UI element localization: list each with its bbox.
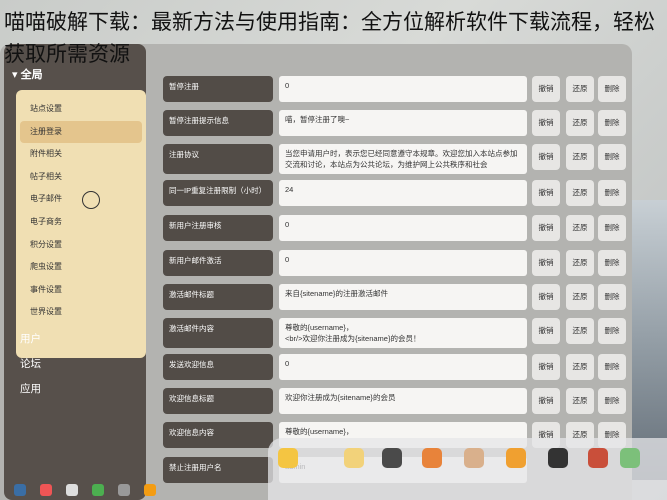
mouse-cursor-icon: [82, 191, 100, 209]
app-icon[interactable]: [464, 448, 484, 468]
app-icon[interactable]: [620, 448, 640, 468]
app-icon[interactable]: [506, 448, 526, 468]
setting-label: 激活邮件内容: [163, 318, 273, 348]
restore-button[interactable]: 还原: [566, 76, 594, 102]
app-icon[interactable]: [548, 448, 568, 468]
revoke-button[interactable]: 撤销: [532, 354, 560, 380]
delete-button[interactable]: 删除: [598, 250, 626, 276]
setting-label: 禁止注册用户名: [163, 457, 273, 483]
setting-value[interactable]: 24: [279, 180, 527, 206]
chevron-down-icon: ▾: [12, 69, 21, 81]
revoke-button[interactable]: 撤销: [532, 388, 560, 414]
delete-button[interactable]: 删除: [598, 354, 626, 380]
sidebar-submenu: 站点设置 注册登录 附件相关 帖子相关 电子邮件 电子商务 积分设置 爬虫设置 …: [16, 90, 146, 358]
setting-label: 欢迎信息标题: [163, 388, 273, 414]
dock: [268, 438, 667, 500]
app-icon[interactable]: [382, 448, 402, 468]
setting-value[interactable]: 尊敬的{username}， <br/>欢迎你注册成为{sitename}的会员…: [279, 318, 527, 348]
setting-label: 新用户注册审核: [163, 215, 273, 241]
delete-button[interactable]: 删除: [598, 215, 626, 241]
sidebar-item-site-settings[interactable]: 站点设置: [20, 98, 142, 121]
delete-button[interactable]: 删除: [598, 318, 626, 344]
taskbar-icon[interactable]: [66, 484, 78, 496]
app-icon[interactable]: [588, 448, 608, 468]
delete-button[interactable]: 删除: [598, 144, 626, 170]
sidebar-main-forum[interactable]: 论坛: [20, 353, 41, 375]
taskbar-icon[interactable]: [118, 484, 130, 496]
delete-button[interactable]: 删除: [598, 76, 626, 102]
restore-button[interactable]: 还原: [566, 144, 594, 170]
setting-label: 激活邮件标题: [163, 284, 273, 310]
taskbar-icon[interactable]: [92, 484, 104, 496]
admin-window: ▾ 全局 站点设置 注册登录 附件相关 帖子相关 电子邮件 电子商务 积分设置 …: [0, 44, 632, 500]
setting-label: 注册协议: [163, 144, 273, 174]
sidebar-main-users[interactable]: 用户: [20, 328, 41, 350]
restore-button[interactable]: 还原: [566, 354, 594, 380]
sidebar-item-posts[interactable]: 帖子相关: [20, 166, 142, 189]
article-title-overlay: 喵喵破解下载：最新方法与使用指南：全方位解析软件下载流程，轻松获取所需资源: [4, 10, 655, 66]
restore-button[interactable]: 还原: [566, 180, 594, 206]
sidebar-item-events[interactable]: 事件设置: [20, 279, 142, 302]
revoke-button[interactable]: 撤销: [532, 76, 560, 102]
setting-label: 同一IP重复注册限制（小时）: [163, 180, 273, 206]
sidebar-main-apps[interactable]: 应用: [20, 378, 41, 400]
revoke-button[interactable]: 撤销: [532, 284, 560, 310]
notes-app-icon[interactable]: [344, 448, 364, 468]
setting-value[interactable]: 0: [279, 354, 527, 380]
revoke-button[interactable]: 撤销: [532, 318, 560, 344]
sidebar-item-world[interactable]: 世界设置: [20, 301, 142, 324]
revoke-button[interactable]: 撤销: [532, 250, 560, 276]
setting-label: 欢迎信息内容: [163, 422, 273, 448]
sidebar-item-attachments[interactable]: 附件相关: [20, 143, 142, 166]
revoke-button[interactable]: 撤销: [532, 144, 560, 170]
restore-button[interactable]: 还原: [566, 318, 594, 344]
delete-button[interactable]: 删除: [598, 110, 626, 136]
delete-button[interactable]: 删除: [598, 180, 626, 206]
setting-value[interactable]: 欢迎你注册成为{sitename}的会员: [279, 388, 527, 414]
setting-value[interactable]: 喵，暂停注册了噢~: [279, 110, 527, 136]
setting-value[interactable]: 0: [279, 250, 527, 276]
sidebar-item-register-login[interactable]: 注册登录: [20, 120, 142, 144]
home-app-icon[interactable]: [422, 448, 442, 468]
taskbar-icon[interactable]: [40, 484, 52, 496]
setting-label: 新用户邮件激活: [163, 250, 273, 276]
revoke-button[interactable]: 撤销: [532, 180, 560, 206]
setting-value[interactable]: 0: [279, 215, 527, 241]
setting-label: 暂停注册提示信息: [163, 110, 273, 136]
taskbar-icon[interactable]: [14, 484, 26, 496]
setting-value[interactable]: 0: [279, 76, 527, 102]
sidebar: ▾ 全局 站点设置 注册登录 附件相关 帖子相关 电子邮件 电子商务 积分设置 …: [4, 44, 146, 500]
setting-value[interactable]: 当您申请用户时，表示您已经同意遵守本规章。欢迎您加入本站点参加交流和讨论，本站点…: [279, 144, 527, 174]
restore-button[interactable]: 还原: [566, 250, 594, 276]
revoke-button[interactable]: 撤销: [532, 110, 560, 136]
restore-button[interactable]: 还原: [566, 110, 594, 136]
taskbar-icon[interactable]: [144, 484, 156, 496]
sidebar-item-ecommerce[interactable]: 电子商务: [20, 211, 142, 234]
setting-label: 暂停注册: [163, 76, 273, 102]
delete-button[interactable]: 删除: [598, 284, 626, 310]
restore-button[interactable]: 还原: [566, 284, 594, 310]
revoke-button[interactable]: 撤销: [532, 215, 560, 241]
sidebar-item-crawler[interactable]: 爬虫设置: [20, 256, 142, 279]
setting-value[interactable]: 来自{sitename}的注册激活邮件: [279, 284, 527, 310]
app-icon[interactable]: [278, 448, 298, 468]
sidebar-item-email[interactable]: 电子邮件: [20, 188, 142, 211]
setting-label: 发送欢迎信息: [163, 354, 273, 380]
restore-button[interactable]: 还原: [566, 215, 594, 241]
restore-button[interactable]: 还原: [566, 388, 594, 414]
sidebar-item-points[interactable]: 积分设置: [20, 234, 142, 257]
delete-button[interactable]: 删除: [598, 388, 626, 414]
